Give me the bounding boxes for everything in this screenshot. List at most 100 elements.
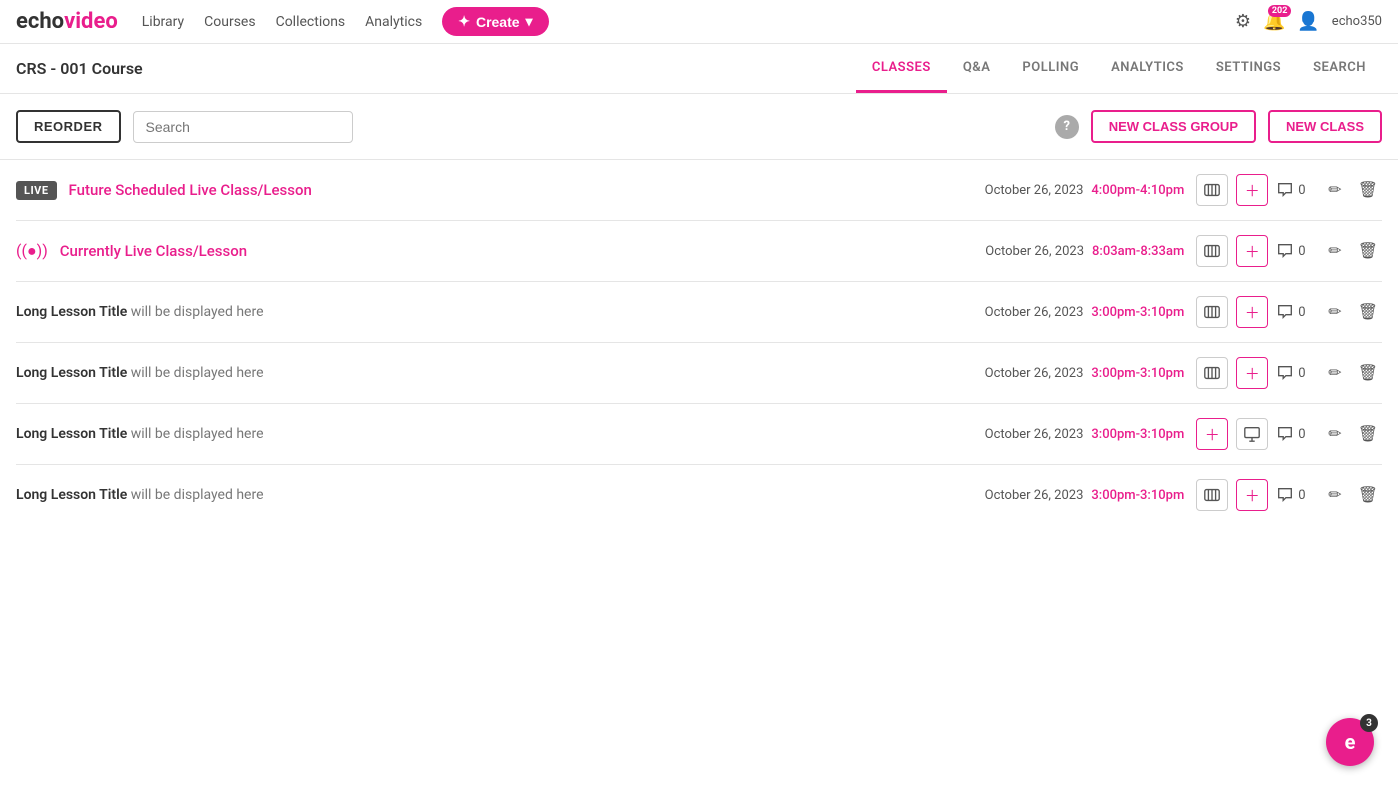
capture-icon-button[interactable] xyxy=(1196,357,1228,389)
add-button[interactable]: ＋ xyxy=(1236,479,1268,511)
class-date: October 26, 2023 xyxy=(985,183,1084,198)
currently-live-icon: ((●)) xyxy=(16,241,48,261)
delete-button[interactable]: 🗑 xyxy=(1354,237,1382,265)
tab-analytics[interactable]: ANALYTICS xyxy=(1095,44,1200,93)
class-date: October 26, 2023 xyxy=(985,244,1084,259)
class-row: Long Lesson Title will be displayed here… xyxy=(16,343,1382,404)
delete-button[interactable]: 🗑 xyxy=(1354,176,1382,204)
class-meta: October 26, 2023 3:00pm-3:10pm xyxy=(985,427,1185,442)
search-wrap xyxy=(133,111,353,143)
class-meta: October 26, 2023 3:00pm-3:10pm xyxy=(985,305,1185,320)
class-time: 3:00pm-3:10pm xyxy=(1091,366,1184,381)
class-row: Long Lesson Title will be displayed here… xyxy=(16,404,1382,465)
comment-count: 0 xyxy=(1276,364,1316,382)
nav-right: ⚙ 🔔 202 👤 echo350 xyxy=(1235,11,1382,32)
class-actions: ＋ 0 ✏ 🗑 xyxy=(1196,357,1382,389)
chat-badge: 3 xyxy=(1360,714,1378,732)
nav-collections[interactable]: Collections xyxy=(276,14,346,30)
class-date: October 26, 2023 xyxy=(985,427,1084,442)
create-button[interactable]: ✦ Create ▾ xyxy=(442,7,548,36)
tab-settings[interactable]: SETTINGS xyxy=(1200,44,1297,93)
class-title[interactable]: Future Scheduled Live Class/Lesson xyxy=(69,181,312,199)
course-header: CRS - 001 Course CLASSES Q&A POLLING ANA… xyxy=(0,44,1398,94)
nav-courses[interactable]: Courses xyxy=(204,14,255,30)
comment-count: 0 xyxy=(1276,181,1316,199)
class-time: 3:00pm-3:10pm xyxy=(1091,305,1184,320)
delete-button[interactable]: 🗑 xyxy=(1354,420,1382,448)
capture-icon-button[interactable] xyxy=(1196,296,1228,328)
delete-button[interactable]: 🗑 xyxy=(1354,298,1382,326)
comment-count: 0 xyxy=(1276,486,1316,504)
class-time: 4:00pm-4:10pm xyxy=(1091,183,1184,198)
add-button[interactable]: ＋ xyxy=(1236,357,1268,389)
settings-icon[interactable]: ⚙ xyxy=(1235,11,1251,32)
logo-echo: echo xyxy=(16,9,64,34)
nav-links: Library Courses Collections Analytics ✦ … xyxy=(142,7,1235,36)
edit-button[interactable]: ✏ xyxy=(1324,176,1345,204)
notification-badge: 202 xyxy=(1268,5,1292,17)
tab-polling[interactable]: POLLING xyxy=(1006,44,1095,93)
class-meta: October 26, 2023 3:00pm-3:10pm xyxy=(985,366,1185,381)
edit-button[interactable]: ✏ xyxy=(1324,359,1345,387)
toolbar-right: ? NEW CLASS GROUP NEW CLASS xyxy=(1055,110,1382,143)
delete-button[interactable]: 🗑 xyxy=(1354,481,1382,509)
edit-button[interactable]: ✏ xyxy=(1324,420,1345,448)
tab-search[interactable]: SEARCH xyxy=(1297,44,1382,93)
add-button[interactable]: ＋ xyxy=(1236,174,1268,206)
capture-icon-button[interactable] xyxy=(1196,235,1228,267)
top-navigation: echovideo Library Courses Collections An… xyxy=(0,0,1398,44)
tab-navigation: CLASSES Q&A POLLING ANALYTICS SETTINGS S… xyxy=(856,44,1382,93)
edit-button[interactable]: ✏ xyxy=(1324,237,1345,265)
edit-button[interactable]: ✏ xyxy=(1324,298,1345,326)
tab-classes[interactable]: CLASSES xyxy=(856,44,947,93)
class-meta: October 26, 2023 3:00pm-3:10pm xyxy=(985,488,1185,503)
nav-library[interactable]: Library xyxy=(142,14,184,30)
class-row: Long Lesson Title will be displayed here… xyxy=(16,282,1382,343)
class-title[interactable]: Long Lesson Title will be displayed here xyxy=(16,487,264,503)
nav-analytics[interactable]: Analytics xyxy=(365,14,422,30)
add-button[interactable]: ＋ xyxy=(1236,296,1268,328)
class-date: October 26, 2023 xyxy=(985,488,1084,503)
help-icon[interactable]: ? xyxy=(1055,115,1079,139)
class-title[interactable]: Long Lesson Title will be displayed here xyxy=(16,304,264,320)
delete-button[interactable]: 🗑 xyxy=(1354,359,1382,387)
class-actions: ＋ 0 ✏ 🗑 xyxy=(1196,296,1382,328)
toolbar: REORDER ? NEW CLASS GROUP NEW CLASS xyxy=(0,94,1398,160)
comment-count: 0 xyxy=(1276,242,1316,260)
comment-count: 0 xyxy=(1276,425,1316,443)
class-title[interactable]: Long Lesson Title will be displayed here xyxy=(16,365,264,381)
logo[interactable]: echovideo xyxy=(16,9,118,34)
class-actions: ＋ 0 ✏ 🗑 xyxy=(1196,479,1382,511)
live-badge: LIVE xyxy=(16,181,57,200)
screen-icon-button[interactable] xyxy=(1236,418,1268,450)
notifications-icon[interactable]: 🔔 202 xyxy=(1263,11,1285,32)
capture-icon-button[interactable] xyxy=(1196,479,1228,511)
user-icon[interactable]: 👤 xyxy=(1297,11,1319,32)
add-button[interactable]: ＋ xyxy=(1236,235,1268,267)
search-input[interactable] xyxy=(133,111,353,143)
class-row: LIVE Future Scheduled Live Class/Lesson … xyxy=(16,160,1382,221)
class-actions: ＋ 0 ✏ 🗑 xyxy=(1196,418,1382,450)
class-meta: October 26, 2023 4:00pm-4:10pm xyxy=(985,183,1185,198)
class-date: October 26, 2023 xyxy=(985,305,1084,320)
new-class-group-button[interactable]: NEW CLASS GROUP xyxy=(1091,110,1256,143)
username[interactable]: echo350 xyxy=(1332,14,1382,29)
add-button[interactable]: ＋ xyxy=(1196,418,1228,450)
class-actions: ＋ 0 ✏ 🗑 xyxy=(1196,235,1382,267)
class-list: LIVE Future Scheduled Live Class/Lesson … xyxy=(0,160,1398,525)
new-class-button[interactable]: NEW CLASS xyxy=(1268,110,1382,143)
class-row: Long Lesson Title will be displayed here… xyxy=(16,465,1382,525)
class-title[interactable]: Currently Live Class/Lesson xyxy=(60,242,247,260)
class-title[interactable]: Long Lesson Title will be displayed here xyxy=(16,426,264,442)
course-title: CRS - 001 Course xyxy=(16,59,143,78)
edit-button[interactable]: ✏ xyxy=(1324,481,1345,509)
reorder-button[interactable]: REORDER xyxy=(16,110,121,143)
class-actions: ＋ 0 ✏ 🗑 xyxy=(1196,174,1382,206)
class-meta: October 26, 2023 8:03am-8:33am xyxy=(985,244,1184,259)
chat-support-button[interactable]: e 3 xyxy=(1326,718,1374,766)
class-row: ((●)) Currently Live Class/Lesson Octobe… xyxy=(16,221,1382,282)
class-time: 3:00pm-3:10pm xyxy=(1091,488,1184,503)
capture-icon-button[interactable] xyxy=(1196,174,1228,206)
tab-qa[interactable]: Q&A xyxy=(947,44,1007,93)
comment-count: 0 xyxy=(1276,303,1316,321)
